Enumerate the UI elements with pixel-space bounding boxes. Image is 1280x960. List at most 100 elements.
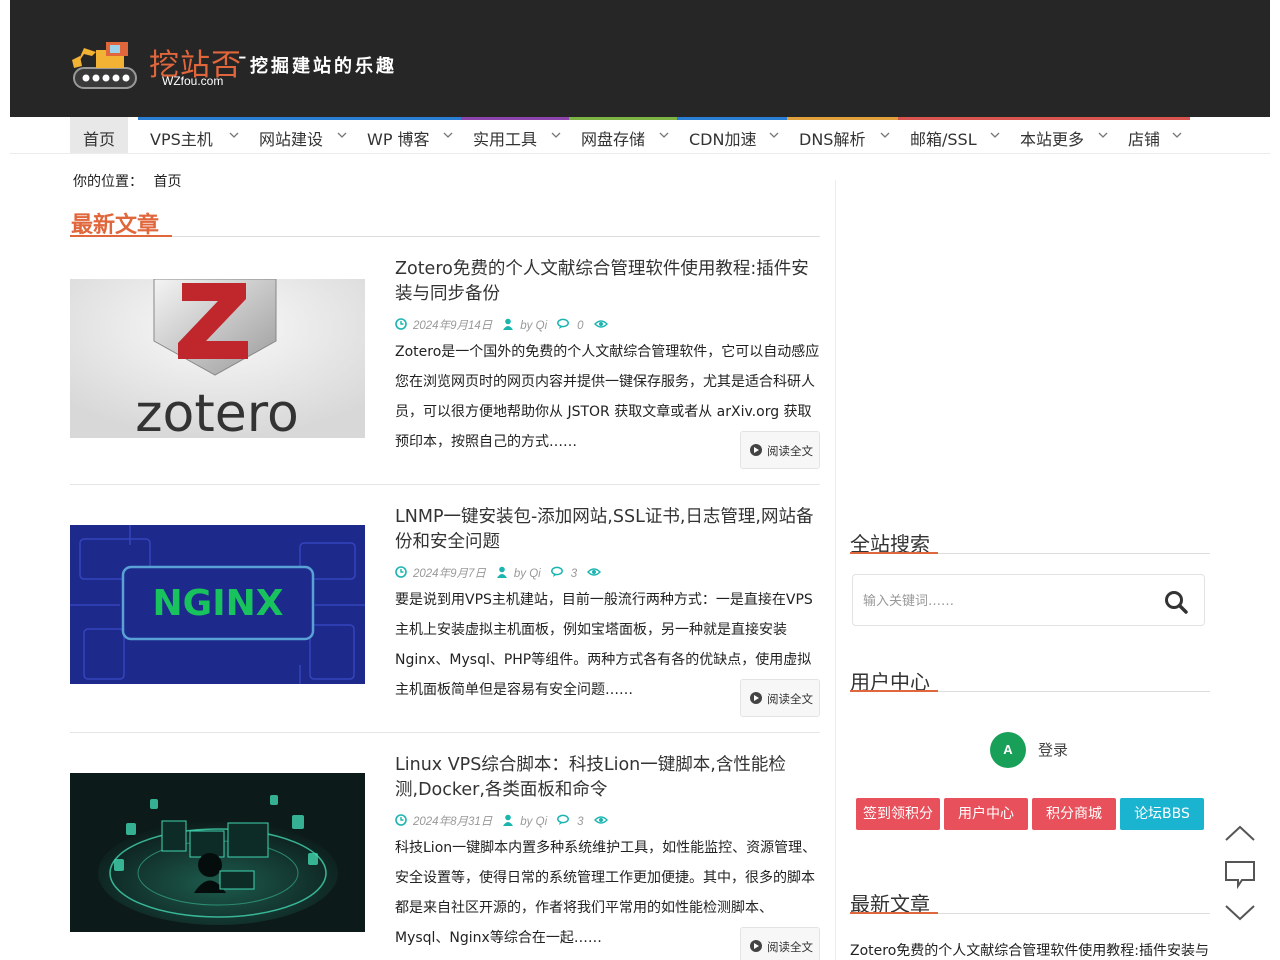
logo-dash: -	[238, 42, 247, 70]
user-button-0[interactable]: 签到领积分	[856, 798, 940, 830]
nav-item-8[interactable]: 邮箱/SSL	[898, 117, 1008, 154]
user-icon	[496, 566, 507, 578]
article-thumbnail[interactable]: NGINX	[70, 525, 365, 684]
comments-icon	[550, 566, 563, 577]
read-more-label: 阅读全文	[767, 940, 813, 954]
chevron-down-icon	[443, 131, 453, 142]
nav-item-label: VPS主机	[150, 130, 213, 149]
article-card: zoteroz Zotero免费的个人文献综合管理软件使用教程:插件安装与同步备份…	[70, 257, 820, 505]
search-box	[852, 574, 1205, 626]
site-header: 挖站否 - 挖掘建站的乐趣 WZfou.com	[10, 0, 1270, 117]
chevron-down-icon	[769, 131, 779, 142]
article-comment-count[interactable]: 0	[577, 320, 583, 332]
read-more-button[interactable]: 阅读全文	[740, 927, 820, 960]
logo-domain: WZfou.com	[162, 74, 224, 88]
chevron-down-icon	[659, 131, 669, 142]
article-author[interactable]: by Qi	[514, 568, 541, 580]
user-icon	[503, 814, 514, 826]
logo-tagline: 挖掘建站的乐趣	[250, 56, 397, 77]
scroll-to-bottom-icon[interactable]	[1224, 896, 1256, 928]
clock-icon	[395, 566, 407, 578]
nginx-wordmark: NGINX	[153, 583, 284, 624]
nav-item-label: 首页	[83, 130, 116, 149]
nav-color-bar	[1116, 117, 1190, 120]
nav-item-label: 本站更多	[1020, 130, 1085, 149]
nav-item-9[interactable]: 本站更多	[1008, 117, 1116, 154]
read-more-label: 阅读全文	[767, 444, 813, 458]
nav-item-7[interactable]: DNS解析	[787, 117, 898, 154]
sidebar-latest-item[interactable]: Zotero免费的个人文献综合管理软件使用教程:插件安装与	[850, 940, 1210, 960]
chevron-down-icon	[229, 131, 239, 142]
nav-item-1[interactable]: VPS主机	[138, 117, 247, 154]
nav-color-bar	[898, 117, 1008, 120]
search-input[interactable]	[863, 589, 1143, 613]
article-comment-count[interactable]: 3	[571, 568, 577, 580]
login-link[interactable]: 登录	[1038, 739, 1068, 760]
comment-icon[interactable]	[1224, 858, 1256, 890]
main-nav: 首页 VPS主机 网站建设 WP 博客 实用工具 网盘存储 CDN加速 DNS解析 邮箱/SSL…	[70, 117, 1190, 154]
play-circle-icon	[750, 444, 762, 456]
article-comment-count[interactable]: 3	[577, 816, 583, 828]
article-separator	[70, 732, 820, 733]
article-title[interactable]: Zotero免费的个人文献综合管理软件使用教程:插件安装与同步备份	[395, 257, 820, 307]
user-button-1[interactable]: 用户中心	[944, 798, 1028, 830]
article-author[interactable]: by Qi	[520, 320, 547, 332]
nav-color-bar	[138, 117, 247, 120]
nav-item-0[interactable]: 首页	[70, 117, 128, 154]
eye-icon	[593, 816, 608, 824]
site-logo[interactable]: 挖站否 - 挖掘建站的乐趣 WZfou.com	[70, 38, 420, 94]
user-icon	[503, 318, 514, 330]
nav-color-bar	[461, 117, 569, 120]
breadcrumb: 你的位置： 首页	[73, 171, 181, 191]
nav-item-label: 邮箱/SSL	[910, 130, 977, 149]
article-date: 2024年8月31日	[413, 816, 493, 828]
comments-icon	[557, 814, 570, 825]
read-more-label: 阅读全文	[767, 692, 813, 706]
user-center-accent	[850, 690, 938, 692]
article-author[interactable]: by Qi	[520, 816, 547, 828]
nav-item-4[interactable]: 实用工具	[461, 117, 569, 154]
chevron-down-icon	[1098, 131, 1108, 142]
nav-color-bar	[247, 117, 355, 120]
read-more-button[interactable]: 阅读全文	[740, 431, 820, 469]
nav-color-bar	[70, 117, 128, 120]
nav-color-bar	[787, 117, 898, 120]
nav-color-bar	[1008, 117, 1116, 120]
nav-color-bar	[355, 117, 461, 120]
play-circle-icon	[750, 692, 762, 704]
user-button-2[interactable]: 积分商城	[1032, 798, 1116, 830]
nav-item-5[interactable]: 网盘存储	[569, 117, 677, 154]
chevron-down-icon	[990, 131, 1000, 142]
search-icon[interactable]	[1163, 589, 1189, 615]
nav-color-bar	[677, 117, 787, 120]
back-to-top-icon[interactable]	[1224, 818, 1256, 850]
nav-item-3[interactable]: WP 博客	[355, 117, 461, 154]
chevron-down-icon	[1172, 131, 1182, 142]
nav-item-6[interactable]: CDN加速	[677, 117, 787, 154]
nav-item-label: WP 博客	[367, 130, 430, 149]
avatar[interactable]: A	[990, 732, 1026, 768]
nav-item-10[interactable]: 店铺	[1116, 117, 1190, 154]
chevron-down-icon	[551, 131, 561, 142]
article-thumbnail[interactable]: zoteroz	[70, 279, 365, 438]
article-title[interactable]: Linux VPS综合脚本：科技Lion一键脚本,含性能检测,Docker,各类…	[395, 753, 820, 803]
article-title[interactable]: LNMP一键安装包-添加网站,SSL证书,日志管理,网站备份和安全问题	[395, 505, 820, 555]
nav-item-label: 网站建设	[259, 130, 324, 149]
search-widget-accent	[850, 552, 938, 554]
article-date: 2024年9月7日	[413, 568, 486, 580]
read-more-button[interactable]: 阅读全文	[740, 679, 820, 717]
eye-icon	[593, 320, 608, 328]
article-meta: 2024年9月14日 by Qi 0	[395, 317, 624, 333]
article-thumbnail[interactable]	[70, 773, 365, 932]
nav-item-label: DNS解析	[799, 130, 866, 149]
section-underline	[70, 236, 820, 237]
nav-item-2[interactable]: 网站建设	[247, 117, 355, 154]
nav-item-label: 网盘存储	[581, 130, 646, 149]
chevron-down-icon	[337, 131, 347, 142]
user-button-3[interactable]: 论坛BBS	[1120, 798, 1204, 830]
nav-item-label: 实用工具	[473, 130, 538, 149]
article-meta: 2024年9月7日 by Qi 3	[395, 565, 617, 581]
article-card: NGINX LNMP一键安装包-添加网站,SSL证书,日志管理,网站备份和安全问题…	[70, 505, 820, 753]
clock-icon	[395, 318, 407, 330]
breadcrumb-home-link[interactable]: 首页	[153, 174, 181, 190]
